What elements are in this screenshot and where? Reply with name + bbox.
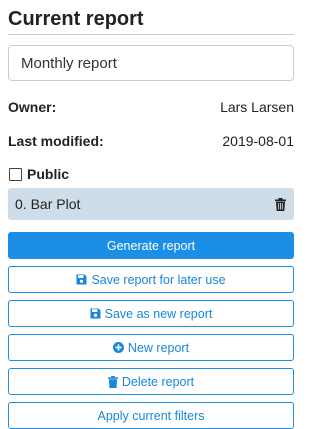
generate-report-button[interactable]: Generate report xyxy=(8,232,294,259)
owner-label: Owner: xyxy=(8,99,57,115)
owner-row: Owner: Lars Larsen xyxy=(8,97,294,117)
plot-list-item[interactable]: 0. Bar Plot xyxy=(8,188,294,220)
trash-icon[interactable] xyxy=(275,197,286,211)
report-name-input[interactable] xyxy=(8,45,294,81)
trash-icon xyxy=(107,375,118,388)
new-report-button[interactable]: New report xyxy=(8,334,294,361)
last-modified-value: 2019-08-01 xyxy=(222,133,294,149)
owner-value: Lars Larsen xyxy=(220,99,294,115)
apply-current-filters-label: Apply current filters xyxy=(97,408,205,423)
save-report-later-button[interactable]: Save report for later use xyxy=(8,266,294,293)
delete-report-label: Delete report xyxy=(121,374,195,389)
save-icon xyxy=(90,308,101,319)
last-modified-label: Last modified: xyxy=(8,133,104,149)
save-report-later-label: Save report for later use xyxy=(91,272,226,287)
current-report-panel: Current report Owner: Lars Larsen Last m… xyxy=(8,0,294,429)
delete-report-button[interactable]: Delete report xyxy=(8,368,294,395)
plot-item-label: 0. Bar Plot xyxy=(15,196,81,212)
save-as-new-report-button[interactable]: Save as new report xyxy=(8,300,294,327)
public-checkbox[interactable] xyxy=(9,167,22,181)
generate-report-label: Generate report xyxy=(106,238,196,253)
public-label: Public xyxy=(27,166,70,182)
save-icon xyxy=(76,274,87,285)
public-toggle[interactable]: Public xyxy=(8,165,294,183)
new-report-label: New report xyxy=(127,340,190,355)
apply-current-filters-button[interactable]: Apply current filters xyxy=(8,402,294,429)
save-as-new-report-label: Save as new report xyxy=(104,306,213,321)
last-modified-row: Last modified: 2019-08-01 xyxy=(8,131,294,151)
plus-circle-icon xyxy=(112,342,124,353)
panel-title: Current report xyxy=(8,0,294,35)
